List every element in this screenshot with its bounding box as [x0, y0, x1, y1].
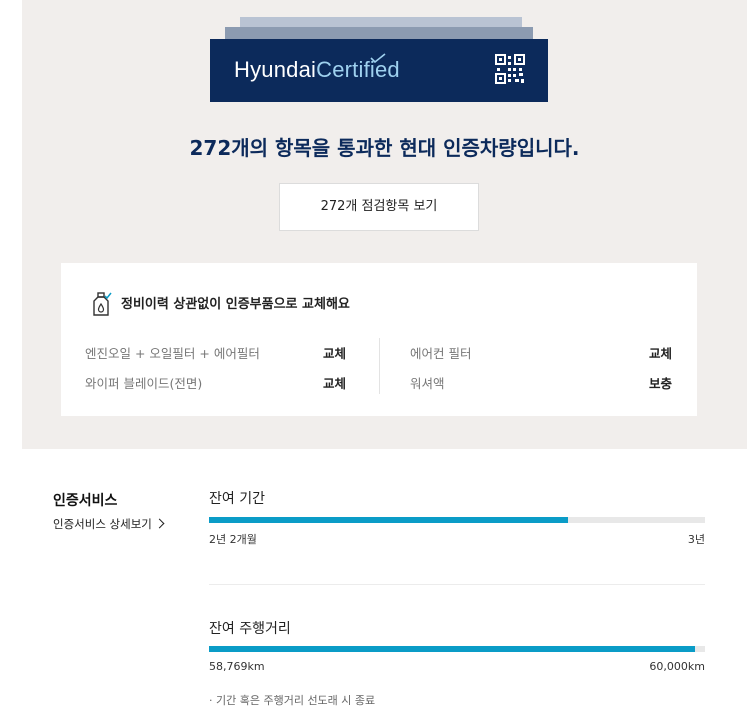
- part-row: 워셔액 보충: [410, 373, 672, 393]
- remaining-mileage-current: 58,769km: [209, 660, 265, 673]
- chevron-right-icon: [154, 518, 165, 529]
- brand-name: Hyundai: [234, 57, 317, 82]
- part-row: 에어컨 필터 교체: [410, 343, 672, 363]
- qr-code-icon: [495, 54, 525, 84]
- remaining-mileage-max: 60,000km: [649, 660, 705, 673]
- part-status: 교체: [322, 346, 346, 361]
- remaining-period-bar: [209, 517, 705, 523]
- part-status: 교체: [322, 376, 346, 391]
- remaining-period-max: 3년: [687, 533, 705, 546]
- part-name: 워셔액: [410, 376, 445, 391]
- part-row: 와이퍼 블레이드(전면) 교체: [85, 373, 346, 393]
- replaced-parts-card: 정비이력 상관없이 인증부품으로 교체해요 엔진오일 + 오일필터 + 에어필터…: [61, 263, 697, 416]
- metric-divider: [209, 584, 705, 585]
- part-status: 교체: [648, 346, 672, 361]
- remaining-period-bar-fill: [209, 517, 568, 523]
- badge-front-plate: HyundaiCertified: [210, 39, 548, 102]
- remaining-period-current: 2년 2개월: [209, 533, 257, 546]
- remaining-mileage-bar-fill: [209, 646, 695, 652]
- oil-bottle-icon: [93, 292, 112, 316]
- parts-title: 정비이력 상관없이 인증부품으로 교체해요: [121, 297, 350, 312]
- certification-headline: 272개의 항목을 통과한 현대 인증차량입니다.: [189, 136, 580, 160]
- part-name: 와이퍼 블레이드(전면): [85, 376, 203, 391]
- part-name: 엔진오일 + 오일필터 + 에어필터: [85, 346, 260, 361]
- remaining-mileage-label: 잔여 주행거리: [209, 621, 291, 637]
- service-detail-link[interactable]: 인증서비스 상세보기: [53, 516, 165, 532]
- part-row: 엔진오일 + 오일필터 + 에어필터 교체: [85, 343, 346, 363]
- remaining-mileage-bar: [209, 646, 705, 652]
- view-inspection-items-button[interactable]: 272개 점검항목 보기: [279, 183, 479, 231]
- brand-certified: Certified: [316, 57, 400, 82]
- parts-column-divider: [379, 338, 380, 394]
- service-section-title: 인증서비스: [53, 493, 118, 509]
- part-status: 보충: [648, 376, 672, 391]
- service-detail-link-label: 인증서비스 상세보기: [53, 517, 152, 531]
- checkmark-icon: [370, 53, 386, 63]
- footnote-text: · 기간 혹은 주행거리 선도래 시 종료: [209, 694, 376, 707]
- part-name: 에어컨 필터: [410, 346, 472, 361]
- remaining-period-label: 잔여 기간: [209, 491, 265, 507]
- hyundai-certified-badge: HyundaiCertified: [210, 17, 548, 102]
